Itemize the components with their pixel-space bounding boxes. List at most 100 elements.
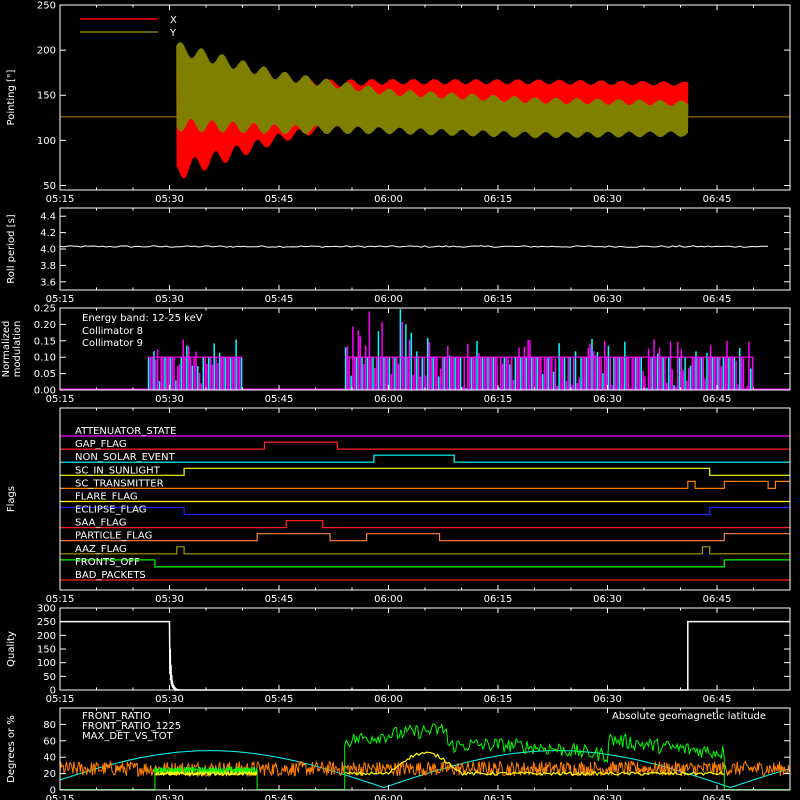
x-tick-label: 06:45 bbox=[703, 194, 732, 205]
x-tick-label: 05:30 bbox=[155, 694, 184, 705]
x-tick-label: 05:45 bbox=[265, 794, 294, 800]
x-tick-label: 06:00 bbox=[374, 594, 403, 605]
x-tick-label: 06:15 bbox=[484, 694, 513, 705]
front-ratio-1225-line bbox=[154, 765, 258, 790]
y-axis-label: Degrees or % bbox=[6, 715, 17, 783]
flag-label: AAZ_FLAG bbox=[75, 544, 127, 555]
legend-label: MAX_DET_VS_TOT bbox=[82, 731, 174, 742]
x-tick-label: 05:45 bbox=[265, 394, 294, 405]
y-axis-label: Quality bbox=[6, 631, 17, 667]
x-tick-label: 05:45 bbox=[265, 294, 294, 305]
x-tick-label: 06:45 bbox=[703, 694, 732, 705]
x-tick-label: 05:30 bbox=[155, 394, 184, 405]
y-tick-label: 250 bbox=[37, 617, 56, 628]
x-tick-label: 06:30 bbox=[593, 394, 622, 405]
y-tick-label: 50 bbox=[43, 672, 56, 683]
y-tick-label: 250 bbox=[37, 1, 56, 12]
x-tick-label: 06:30 bbox=[593, 594, 622, 605]
x-tick-label: 06:45 bbox=[703, 594, 732, 605]
y-tick-label: 3.8 bbox=[40, 261, 56, 272]
y-tick-label: 3.6 bbox=[40, 277, 56, 288]
x-tick-label: 05:45 bbox=[265, 594, 294, 605]
x-tick-label: 06:30 bbox=[593, 794, 622, 800]
legend-label: X bbox=[170, 15, 177, 26]
energy-band-annotation: Energy band: 12-25 keV bbox=[82, 313, 203, 324]
flag-line-particle_flag bbox=[60, 533, 790, 542]
y-tick-label: 100 bbox=[37, 658, 56, 669]
y-tick-label: 150 bbox=[37, 91, 56, 102]
flag-line-fronts_off bbox=[60, 559, 790, 568]
y-tick-label: 4.2 bbox=[40, 228, 56, 239]
flag-line-aaz_flag bbox=[60, 546, 790, 555]
x-tick-label: 06:00 bbox=[374, 794, 403, 800]
x-tick-label: 05:30 bbox=[155, 294, 184, 305]
x-tick-label: 06:45 bbox=[703, 394, 732, 405]
y-tick-label: 0.25 bbox=[34, 304, 56, 315]
x-tick-label: 06:15 bbox=[484, 594, 513, 605]
y-tick-label: 20 bbox=[43, 769, 56, 780]
x-tick-label: 05:30 bbox=[155, 594, 184, 605]
legend-label: Collimator 9 bbox=[82, 338, 143, 349]
x-tick-label: 06:00 bbox=[374, 694, 403, 705]
y-tick-label: 200 bbox=[37, 46, 56, 57]
legend-label: Y bbox=[169, 28, 177, 39]
y-tick-label: 0.05 bbox=[34, 369, 56, 380]
flag-label: NON_SOLAR_EVENT bbox=[75, 452, 176, 463]
x-tick-label: 05:45 bbox=[265, 694, 294, 705]
x-tick-label: 06:15 bbox=[484, 794, 513, 800]
y-tick-label: 0.15 bbox=[34, 336, 56, 347]
y-tick-label: 100 bbox=[37, 136, 56, 147]
flag-label: SAA_FLAG bbox=[75, 518, 126, 529]
y-axis-label: modulation bbox=[12, 321, 23, 378]
y-tick-label: 0 bbox=[50, 786, 56, 797]
y-tick-label: 150 bbox=[37, 645, 56, 656]
x-tick-label: 06:15 bbox=[484, 394, 513, 405]
x-tick-label: 06:00 bbox=[374, 394, 403, 405]
x-tick-label: 05:15 bbox=[46, 194, 75, 205]
x-tick-label: 06:30 bbox=[593, 694, 622, 705]
flag-label: FRONTS_OFF bbox=[75, 557, 140, 568]
y-tick-label: 60 bbox=[43, 736, 56, 747]
y-tick-label: 40 bbox=[43, 753, 56, 764]
y-tick-label: 4.4 bbox=[40, 212, 56, 223]
x-tick-label: 05:30 bbox=[155, 794, 184, 800]
x-tick-label: 05:45 bbox=[265, 194, 294, 205]
y-axis-label: Normalized bbox=[1, 321, 12, 378]
y-axis-label: Flags bbox=[6, 486, 17, 512]
x-tick-label: 06:30 bbox=[593, 294, 622, 305]
flag-line-saa_flag bbox=[60, 520, 790, 529]
flag-label: PARTICLE_FLAG bbox=[75, 531, 152, 542]
x-tick-label: 05:30 bbox=[155, 194, 184, 205]
legend-label: Collimator 8 bbox=[82, 326, 143, 337]
y-tick-label: 50 bbox=[43, 181, 56, 192]
y-tick-label: 300 bbox=[37, 604, 56, 615]
x-tick-label: 06:15 bbox=[484, 294, 513, 305]
y-tick-label: 0.10 bbox=[34, 353, 56, 364]
panel-frame-1 bbox=[59, 207, 791, 291]
flag-line-sc_transmitter bbox=[60, 480, 790, 489]
x-tick-label: 06:45 bbox=[703, 294, 732, 305]
y-tick-label: 4.0 bbox=[40, 245, 56, 256]
roll-period-line bbox=[59, 245, 769, 248]
flag-label: GAP_FLAG bbox=[75, 439, 127, 450]
flag-label: BAD_PACKETS bbox=[75, 570, 146, 581]
x-tick-label: 06:00 bbox=[374, 294, 403, 305]
x-tick-label: 06:30 bbox=[593, 194, 622, 205]
y-axis-label: Pointing ["] bbox=[6, 69, 17, 125]
x-tick-label: 06:45 bbox=[703, 794, 732, 800]
x-tick-label: 06:00 bbox=[374, 194, 403, 205]
y-tick-label: 80 bbox=[43, 720, 56, 731]
flag-label: ECLIPSE_FLAG bbox=[75, 505, 146, 516]
hessi-summary-chart: 05:15 05:30 05:45 06:00 06:15 06:30 06:45 50 100… bbox=[1, 1, 791, 800]
y-axis-label: Roll period [s] bbox=[6, 214, 17, 283]
front-ratio-1225-line bbox=[344, 723, 725, 790]
y-tick-label: 200 bbox=[37, 631, 56, 642]
flag-line-sc_in_sunlight bbox=[60, 467, 790, 476]
y-tick-label: 0.20 bbox=[34, 320, 56, 331]
geomagnetic-annotation: Absolute geomagnetic latitude bbox=[612, 711, 766, 722]
quality-line bbox=[60, 620, 790, 693]
flag-label: SC_TRANSMITTER bbox=[75, 478, 164, 489]
y-tick-label: 0 bbox=[50, 686, 56, 697]
flag-label: ATTENUATOR_STATE bbox=[75, 426, 176, 437]
y-tick-label: 0.00 bbox=[34, 386, 56, 397]
